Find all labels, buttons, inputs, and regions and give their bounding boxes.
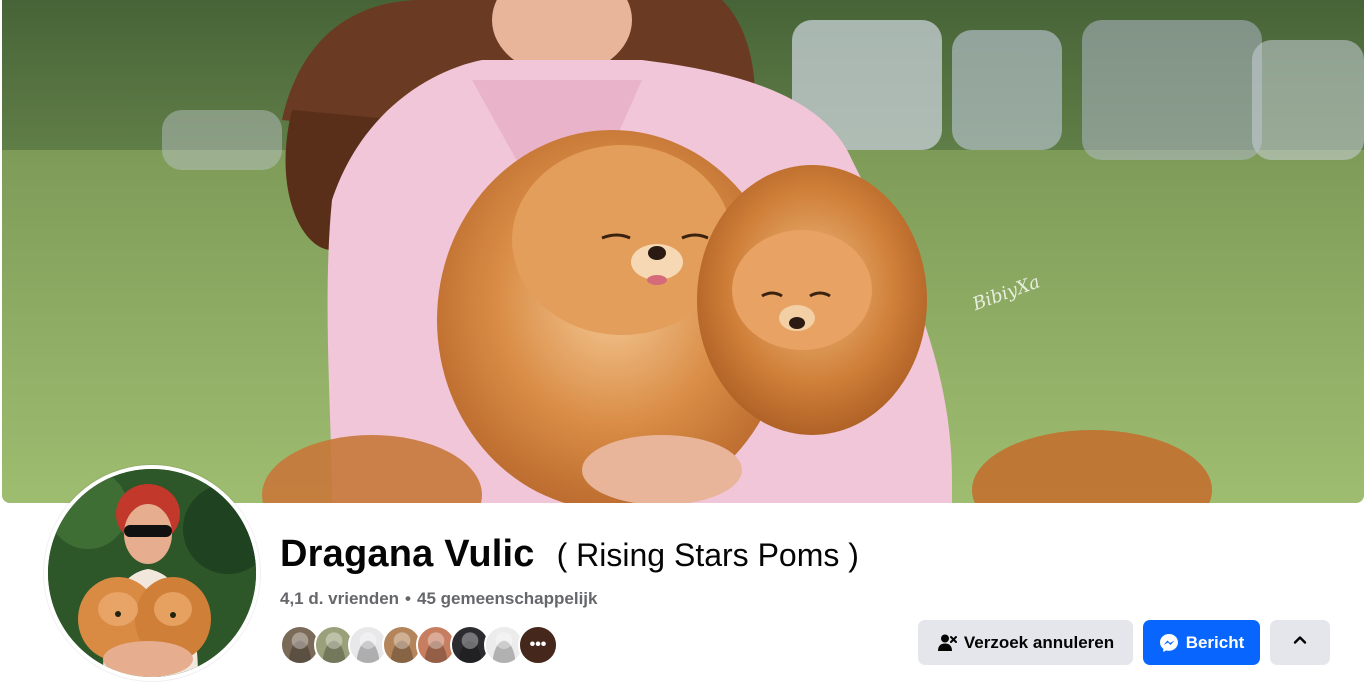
collapse-button[interactable] <box>1270 620 1330 665</box>
cancel-request-label: Verzoek annuleren <box>963 632 1115 652</box>
cancel-request-button[interactable]: Verzoek annuleren <box>918 620 1133 665</box>
chevron-up-icon <box>1292 632 1308 653</box>
profile-actions: Verzoek annuleren Bericht <box>918 620 1330 665</box>
message-label: Bericht <box>1185 632 1245 652</box>
person-cancel-icon <box>937 633 957 653</box>
mutual-friend-faces: ••• <box>280 625 558 665</box>
cover-photo[interactable]: BibiyXa <box>2 0 1364 503</box>
friends-count-link[interactable]: 4,1 d. vrienden <box>280 589 399 608</box>
profile-name-row: Dragana Vulic ( Rising Stars Poms ) <box>280 533 859 576</box>
profile-alternate-name: ( Rising Stars Poms ) <box>556 537 859 573</box>
cover-photo-image: BibiyXa <box>2 0 1364 503</box>
more-dots-icon: ••• <box>529 636 547 653</box>
more-friends-button[interactable]: ••• <box>518 625 558 665</box>
message-button[interactable]: Bericht <box>1143 620 1260 665</box>
profile-avatar[interactable] <box>44 465 260 681</box>
messenger-icon <box>1159 633 1179 653</box>
mutual-friends-link[interactable]: 45 gemeenschappelijk <box>417 589 597 608</box>
profile-friend-stats: 4,1 d. vrienden • 45 gemeenschappelijk <box>280 589 597 609</box>
profile-picture <box>48 469 256 677</box>
meta-separator: • <box>405 589 411 608</box>
profile-header: BibiyXa Dragana Vulic (Rising Stars Pom… <box>0 0 1364 684</box>
profile-name[interactable]: Dragana Vulic <box>280 533 535 576</box>
